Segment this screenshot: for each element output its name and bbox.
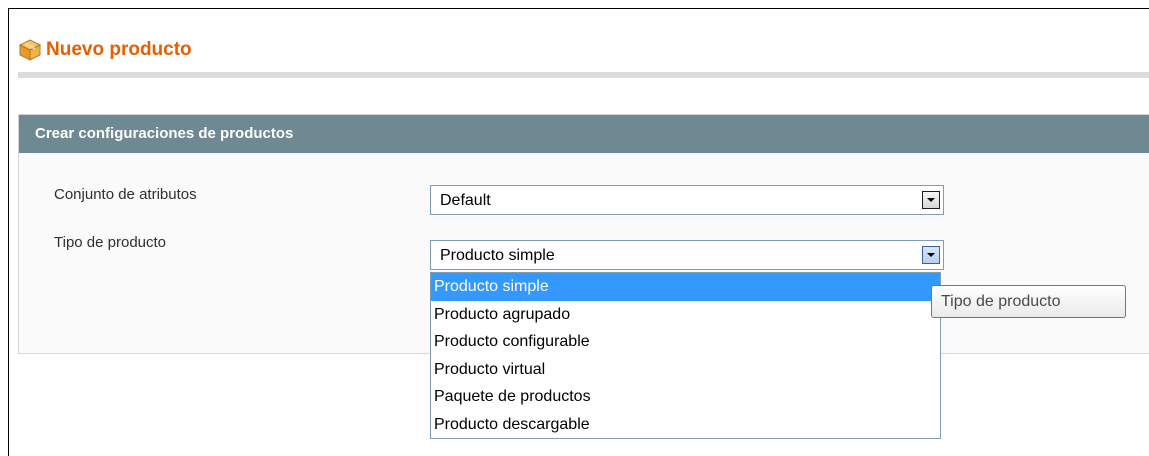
dropdown-option[interactable]: Producto descargable [431,411,940,439]
attribute-set-label: Conjunto de atributos [54,186,197,203]
product-type-select[interactable]: Producto simple [430,240,944,270]
dropdown-option[interactable]: Producto configurable [431,328,940,356]
dropdown-option[interactable]: Producto simple [431,273,940,301]
page-title: Nuevo producto [46,39,192,60]
title-divider [18,72,1149,78]
attribute-set-value: Default [440,192,491,209]
fieldset-title: Crear configuraciones de productos [19,115,1149,153]
box-icon [18,39,42,61]
dropdown-option[interactable]: Producto virtual [431,356,940,384]
dropdown-option[interactable]: Paquete de productos [431,383,940,411]
page-header: Nuevo producto [18,36,192,64]
product-type-value: Producto simple [440,247,555,264]
product-type-dropdown[interactable]: Producto simple Producto agrupado Produc… [430,272,941,439]
chevron-down-icon[interactable] [922,246,940,264]
product-type-label: Tipo de producto [54,234,167,251]
tooltip: Tipo de producto [931,285,1126,318]
attribute-set-select[interactable]: Default [430,185,944,215]
chevron-down-icon[interactable] [922,191,940,209]
dropdown-option[interactable]: Producto agrupado [431,301,940,329]
